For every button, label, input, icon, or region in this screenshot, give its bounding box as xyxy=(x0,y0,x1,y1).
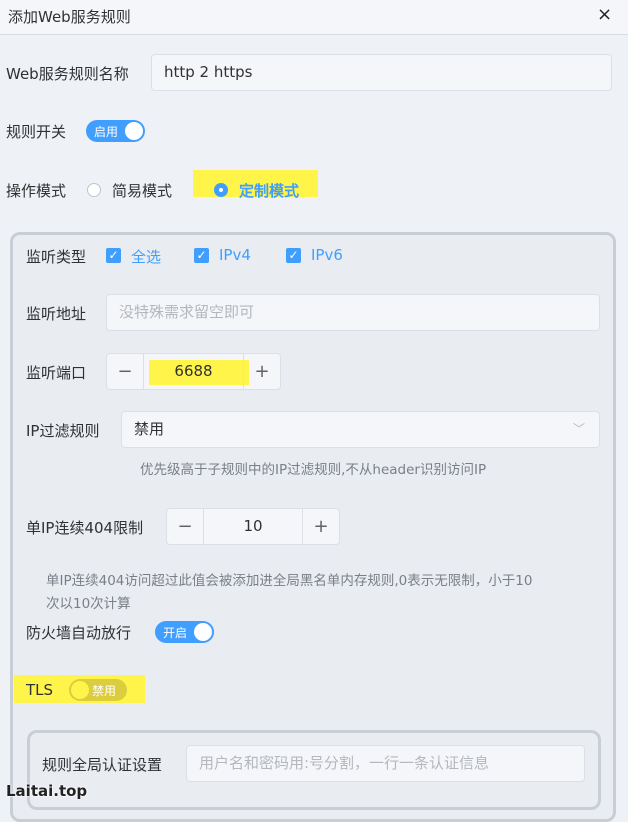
listen-port-label: 监听端口 xyxy=(26,364,87,382)
tls-toggle[interactable]: 禁用 xyxy=(69,679,127,701)
watermark-text: Laitai.top xyxy=(6,782,88,800)
firewall-state: 开启 xyxy=(163,626,188,640)
close-icon[interactable]: × xyxy=(597,4,612,25)
listen-address-input[interactable]: 没特殊需求留空即可 xyxy=(106,294,600,331)
checkbox-ipv6[interactable]: ✓ xyxy=(286,248,301,263)
rule-switch-label: 规则开关 xyxy=(6,123,67,141)
radio-simple-mode[interactable] xyxy=(87,183,101,197)
rule-switch-toggle[interactable]: 启用 xyxy=(86,120,145,142)
switch-knob xyxy=(71,681,89,699)
limit-404-label: 单IP连续404限制 xyxy=(26,519,144,537)
listen-port-stepper[interactable]: − 6688 + xyxy=(106,353,281,390)
ip-filter-select[interactable]: 禁用 ﹀ xyxy=(121,411,600,448)
tls-state: 禁用 xyxy=(92,684,117,698)
checkbox-select-all[interactable]: ✓ xyxy=(106,248,121,263)
listen-type-label: 监听类型 xyxy=(26,248,87,266)
limit-increment-button[interactable]: + xyxy=(302,509,339,544)
global-auth-textarea[interactable]: 用户名和密码用:号分割，一行一条认证信息 xyxy=(186,745,585,782)
operation-mode-label: 操作模式 xyxy=(6,182,67,200)
limit-404-hint-line2: 次以10次计算 xyxy=(46,596,131,612)
rule-name-label: Web服务规则名称 xyxy=(6,65,129,83)
radio-custom-mode[interactable] xyxy=(214,183,228,197)
global-auth-label: 规则全局认证设置 xyxy=(42,756,163,774)
port-increment-button[interactable]: + xyxy=(243,354,280,389)
rule-switch-state: 启用 xyxy=(94,125,119,139)
ip-filter-label: IP过滤规则 xyxy=(26,422,100,440)
simple-mode-label[interactable]: 简易模式 xyxy=(112,180,172,201)
tls-label: TLS xyxy=(26,681,54,699)
ip-filter-hint: 优先级高于子规则中的IP过滤规则,不从header识别访问IP xyxy=(140,462,487,478)
listen-address-label: 监听地址 xyxy=(26,305,87,323)
firewall-label: 防火墙自动放行 xyxy=(26,624,132,642)
checkbox-ipv4[interactable]: ✓ xyxy=(194,248,209,263)
limit-404-stepper[interactable]: − 10 + xyxy=(166,508,340,545)
ipv6-label[interactable]: IPv6 xyxy=(311,246,343,264)
ip-filter-value: 禁用 xyxy=(134,420,165,438)
dialog-header: 添加Web服务规则 × xyxy=(0,0,628,35)
switch-knob xyxy=(125,122,143,140)
ipv4-label[interactable]: IPv4 xyxy=(219,246,251,264)
firewall-toggle[interactable]: 开启 xyxy=(155,621,214,643)
chevron-down-icon: ﹀ xyxy=(572,422,585,436)
custom-mode-label[interactable]: 定制模式 xyxy=(239,180,299,201)
switch-knob xyxy=(194,623,212,641)
rule-name-input[interactable]: http 2 https xyxy=(151,54,612,91)
dialog-title: 添加Web服务规则 xyxy=(8,8,131,26)
limit-404-hint-line1: 单IP连续404访问超过此值会被添加进全局黑名单内存规则,0表示无限制，小于10 xyxy=(46,573,533,589)
select-all-label[interactable]: 全选 xyxy=(131,246,161,267)
